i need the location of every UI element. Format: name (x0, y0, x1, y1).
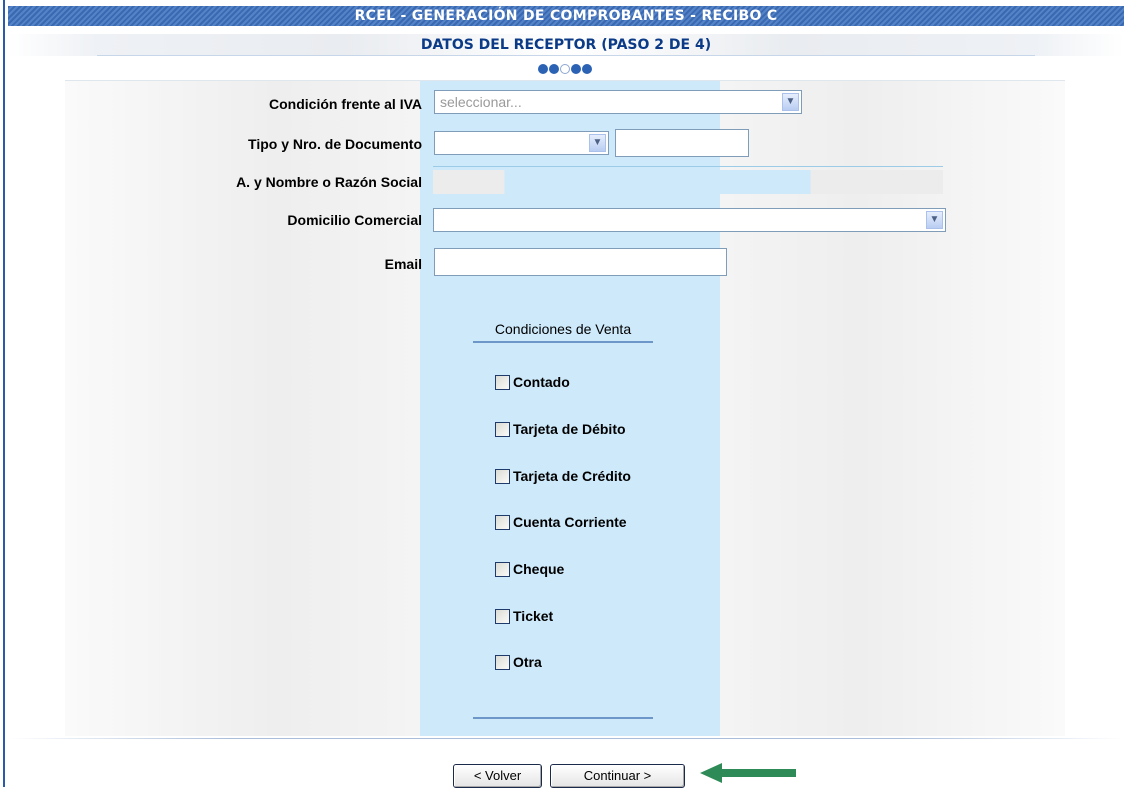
step-subtitle: DATOS DEL RECEPTOR (PASO 2 DE 4) (8, 34, 1124, 56)
razon-social-label: A. y Nombre o Razón Social (236, 174, 422, 190)
condicion-iva-label: Condición frente al IVA (269, 96, 422, 112)
continuar-button[interactable]: Continuar > (550, 764, 685, 788)
checkbox-box[interactable] (495, 561, 510, 577)
email-input[interactable] (434, 248, 727, 276)
checkbox-cheque[interactable]: Cheque (495, 561, 564, 577)
step-dot-4 (571, 64, 581, 74)
checkbox-label: Cuenta Corriente (513, 514, 627, 530)
domicilio-select[interactable]: ▼ (433, 208, 946, 232)
arrow-left-icon (700, 763, 796, 783)
step-dot-3 (560, 64, 570, 74)
condicion-iva-placeholder: seleccionar... (440, 94, 522, 110)
condiciones-venta-title: Condiciones de Venta (494, 321, 632, 337)
numero-documento-input[interactable] (615, 129, 749, 157)
chevron-down-icon[interactable]: ▼ (589, 134, 606, 152)
chevron-down-icon[interactable]: ▼ (926, 211, 943, 229)
checkbox-tarjeta-credito[interactable]: Tarjeta de Crédito (495, 468, 631, 484)
checkbox-label: Tarjeta de Débito (513, 421, 626, 437)
step-dot-5 (582, 64, 592, 74)
email-label: Email (384, 256, 422, 272)
step-dots-icon (538, 64, 592, 74)
left-border (3, 0, 5, 787)
checkbox-label: Cheque (513, 561, 565, 577)
checkbox-box[interactable] (495, 468, 510, 484)
checkbox-label: Ticket (513, 608, 554, 624)
checkbox-box[interactable] (495, 654, 510, 670)
checkbox-cuenta-corriente[interactable]: Cuenta Corriente (495, 514, 627, 530)
condiciones-venta-bottom-line (473, 717, 653, 719)
razon-social-divider (433, 166, 943, 167)
volver-button[interactable]: < Volver (453, 764, 542, 788)
checkbox-label: Otra (513, 654, 542, 670)
condicion-iva-select[interactable]: seleccionar... ▼ (434, 90, 802, 114)
checkbox-box[interactable] (495, 421, 510, 437)
checkbox-label: Contado (513, 374, 570, 390)
checkbox-otra[interactable]: Otra (495, 654, 542, 670)
step-dot-2 (549, 64, 559, 74)
checkbox-tarjeta-debito[interactable]: Tarjeta de Débito (495, 421, 626, 437)
checkbox-label: Tarjeta de Crédito (513, 468, 631, 484)
checkbox-contado[interactable]: Contado (495, 374, 570, 390)
tipo-documento-select[interactable]: ▼ (434, 131, 609, 155)
chevron-down-icon[interactable]: ▼ (782, 93, 799, 111)
checkbox-ticket[interactable]: Ticket (495, 608, 553, 624)
razon-social-field (433, 170, 943, 194)
checkbox-box[interactable] (495, 608, 510, 624)
divider-bottom (8, 738, 1124, 739)
checkbox-box[interactable] (495, 514, 510, 530)
condiciones-venta-underline (473, 341, 653, 343)
page-title: RCEL - GENERACIÓN DE COMPROBANTES - RECI… (8, 6, 1124, 26)
divider-top (65, 80, 1065, 81)
documento-label: Tipo y Nro. de Documento (248, 136, 422, 152)
step-dot-1 (538, 64, 548, 74)
domicilio-label: Domicilio Comercial (287, 212, 422, 228)
checkbox-box[interactable] (495, 374, 510, 390)
